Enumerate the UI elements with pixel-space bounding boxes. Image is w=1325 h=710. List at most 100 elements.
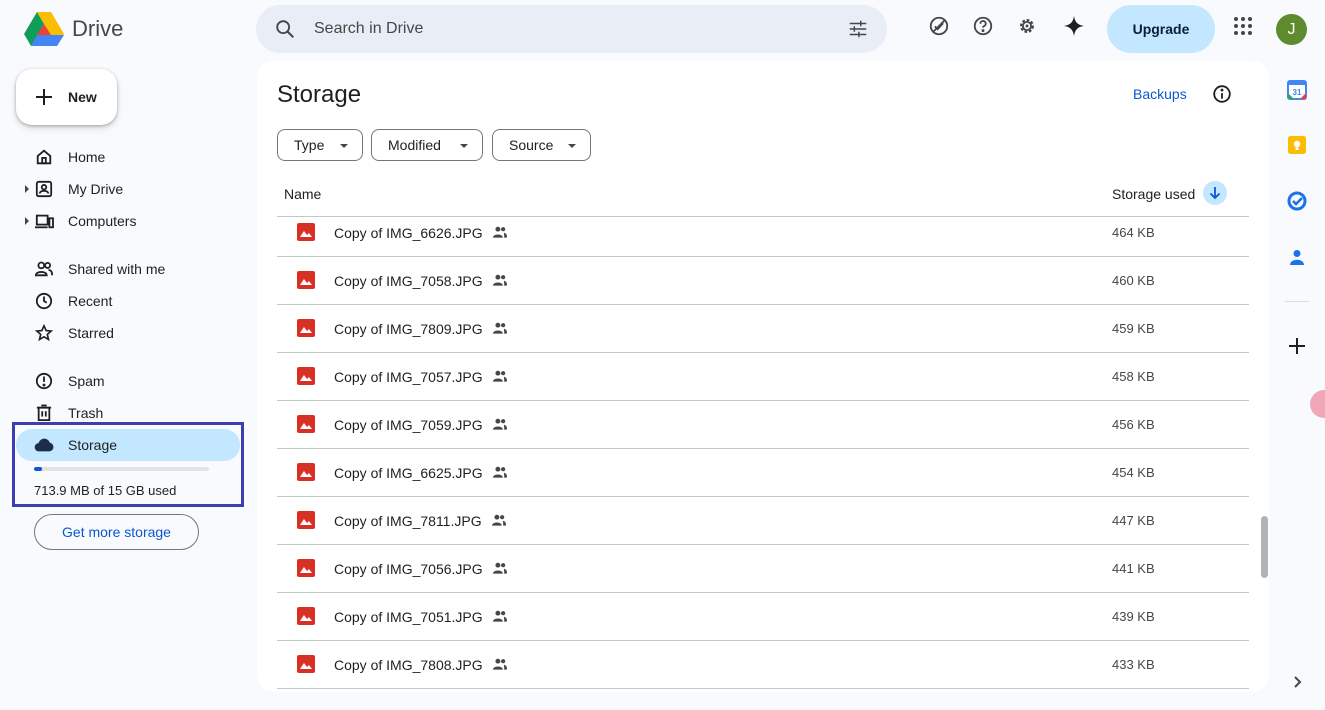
sidebar-item-starred[interactable]: Starred [16, 317, 240, 349]
shared-icon [492, 369, 508, 388]
table-row[interactable]: Copy of IMG_7058.JPG 460 KB [277, 257, 1249, 305]
main-panel: Storage Backups Type Modified Source Nam… [257, 61, 1269, 692]
file-size: 454 KB [1112, 465, 1155, 480]
rail-divider [1285, 301, 1309, 302]
calendar-day: 31 [1293, 88, 1302, 97]
sidebar-item-home[interactable]: Home [16, 141, 240, 173]
file-name[interactable]: Copy of IMG_7051.JPG [334, 609, 483, 625]
file-list: Copy of IMG_6626.JPG 464 KB Copy of IMG_70… [277, 217, 1249, 692]
keep-icon[interactable] [1285, 133, 1309, 157]
table-row[interactable]: Copy of IMG_7056.JPG 441 KB [277, 545, 1249, 593]
sidebar-item-my-drive[interactable]: My Drive [16, 173, 240, 205]
sidebar-item-label: My Drive [68, 181, 124, 197]
avatar[interactable]: J [1276, 14, 1307, 45]
file-name[interactable]: Copy of IMG_7058.JPG [334, 273, 483, 289]
storage-usage-fill [34, 467, 43, 471]
sidebar-item-label: Home [68, 149, 106, 165]
table-row[interactable]: Copy of IMG_7051.JPG 439 KB [277, 593, 1249, 641]
sidebar-item-recent[interactable]: Recent [16, 285, 240, 317]
table-row[interactable]: Copy of IMG_7809.JPG 459 KB [277, 305, 1249, 353]
sidebar-item-shared-with-me[interactable]: Shared with me [16, 253, 240, 285]
search-icon[interactable] [274, 18, 296, 40]
file-name[interactable]: Copy of IMG_7057.JPG [334, 369, 483, 385]
drive-logo-icon [24, 12, 64, 46]
get-more-storage-button[interactable]: Get more storage [34, 514, 199, 550]
recent-icon [34, 291, 54, 311]
tasks-icon[interactable] [1285, 189, 1309, 213]
file-size: 456 KB [1112, 417, 1155, 432]
image-file-icon [297, 415, 315, 433]
apps-icon[interactable] [1231, 14, 1255, 38]
image-file-icon [297, 655, 315, 673]
new-button[interactable]: New [16, 69, 117, 125]
file-size: 447 KB [1112, 513, 1155, 528]
scrollbar[interactable] [1261, 516, 1268, 578]
file-size: 459 KB [1112, 321, 1155, 336]
sidebar-item-label: Computers [68, 213, 137, 229]
info-icon[interactable] [1211, 83, 1233, 110]
image-file-icon [297, 223, 315, 241]
table-row[interactable]: Copy of IMG_7057.JPG 458 KB [277, 353, 1249, 401]
backups-link[interactable]: Backups [1133, 86, 1187, 102]
sidebar-item-label: Recent [68, 293, 113, 309]
file-name[interactable]: Copy of IMG_7056.JPG [334, 561, 483, 577]
filter-source-chip[interactable]: Source [492, 129, 591, 161]
file-name[interactable]: Copy of IMG_6625.JPG [334, 465, 483, 481]
dropdown-arrow-icon [568, 144, 576, 148]
filter-type-chip[interactable]: Type [277, 129, 363, 161]
settings-icon[interactable] [1015, 14, 1039, 38]
shared-icon [492, 657, 508, 676]
computers-icon [34, 211, 54, 231]
sidebar-item-label: Starred [68, 325, 114, 341]
column-header-name[interactable]: Name [284, 186, 321, 202]
star-icon [34, 323, 54, 343]
search-input[interactable]: Search in Drive [314, 20, 847, 38]
expand-caret-icon[interactable] [25, 185, 29, 193]
sidebar-item-computers[interactable]: Computers [16, 205, 240, 237]
table-row[interactable]: Copy of IMG_7059.JPG 456 KB [277, 401, 1249, 449]
search-bar[interactable]: Search in Drive [256, 5, 887, 53]
file-name[interactable]: Copy of IMG_7059.JPG [334, 417, 483, 433]
sidebar-item-spam[interactable]: Spam [16, 365, 240, 397]
file-size: 441 KB [1112, 561, 1155, 576]
table-row[interactable]: Copy of IMG_7808.JPG 433 KB [277, 641, 1249, 689]
shared-icon [34, 259, 54, 279]
filter-modified-chip[interactable]: Modified [371, 129, 483, 161]
image-file-icon [297, 559, 315, 577]
shared-icon [491, 513, 507, 532]
ready-offline-icon[interactable] [927, 14, 951, 38]
home-icon [34, 147, 54, 167]
shared-icon [492, 321, 508, 340]
expand-icon[interactable] [1285, 670, 1309, 694]
help-icon[interactable] [971, 14, 995, 38]
drive-logo[interactable]: Drive [24, 12, 123, 46]
filter-chip-label: Source [509, 137, 554, 153]
contacts-icon[interactable] [1285, 245, 1309, 269]
storage-used-text: 713.9 MB of 15 GB used [34, 483, 177, 498]
top-bar: Drive Search in Drive Upgrade J [0, 0, 1325, 60]
file-name[interactable]: Copy of IMG_7808.JPG [334, 657, 483, 673]
file-name[interactable]: Copy of IMG_6626.JPG [334, 225, 483, 241]
side-panel-peek-icon[interactable] [1310, 390, 1325, 418]
sidebar-item-label: Shared with me [68, 261, 166, 277]
table-row[interactable]: Copy of IMG_6625.JPG 454 KB [277, 449, 1249, 497]
add-icon[interactable] [1285, 334, 1309, 358]
expand-caret-icon[interactable] [25, 217, 29, 225]
dropdown-arrow-icon [340, 144, 348, 148]
table-row[interactable]: Copy of IMG_7811.JPG 447 KB [277, 497, 1249, 545]
column-header-storage-used[interactable]: Storage used [1112, 186, 1195, 202]
file-name[interactable]: Copy of IMG_7809.JPG [334, 321, 483, 337]
table-row[interactable]: Copy of IMG_6626.JPG 464 KB [277, 217, 1249, 257]
spam-icon [34, 371, 54, 391]
calendar-icon[interactable]: 31 [1285, 78, 1309, 102]
gemini-icon[interactable] [1062, 14, 1086, 38]
shared-icon [492, 417, 508, 436]
sort-descending-icon[interactable] [1203, 181, 1227, 205]
file-name[interactable]: Copy of IMG_7811.JPG [334, 513, 482, 529]
shared-icon [492, 609, 508, 628]
image-file-icon [297, 367, 315, 385]
image-file-icon [297, 319, 315, 337]
file-size: 460 KB [1112, 273, 1155, 288]
search-options-icon[interactable] [847, 18, 869, 40]
upgrade-button[interactable]: Upgrade [1107, 5, 1215, 53]
